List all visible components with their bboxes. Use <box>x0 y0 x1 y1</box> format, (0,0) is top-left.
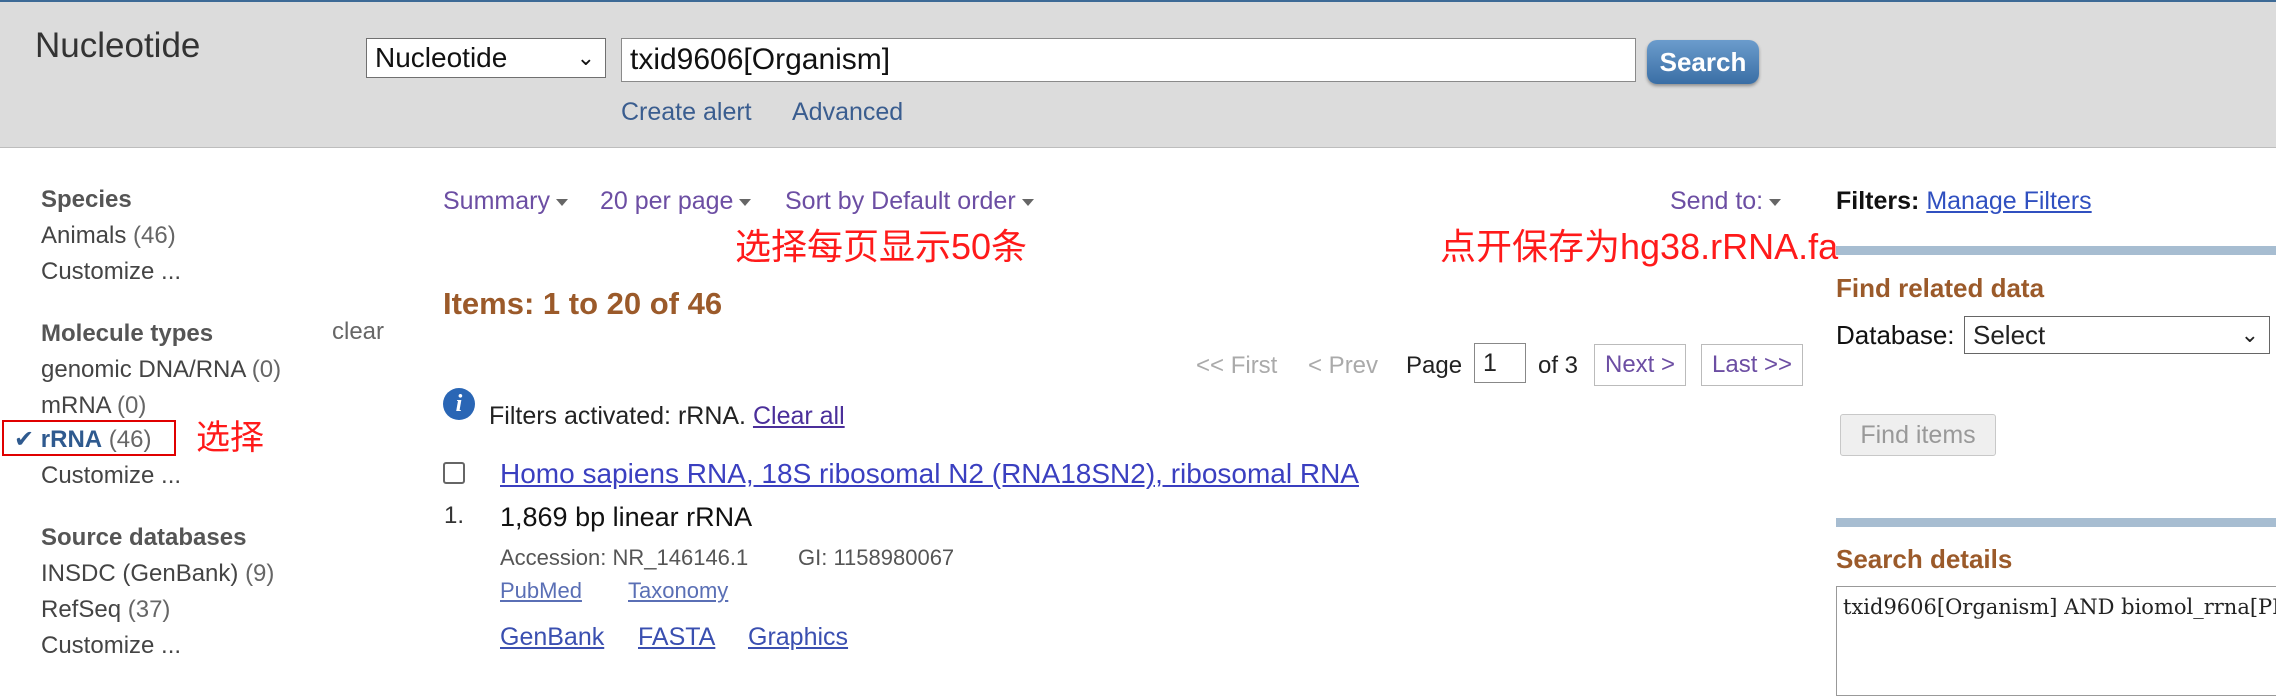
pager-page-label: Page <box>1406 352 1463 379</box>
chevron-down-icon <box>1021 198 1034 206</box>
record-gi: GI: 1158980067 <box>798 545 955 570</box>
annotation-per-page-note: 选择每页显示50条 <box>735 226 1028 267</box>
species-heading: Species <box>41 186 132 213</box>
items-count: Items: 1 to 20 of 46 <box>443 286 723 321</box>
taxonomy-link[interactable]: Taxonomy <box>628 578 728 604</box>
sort-label: Sort by Default order <box>785 187 1016 215</box>
create-alert-link[interactable]: Create alert <box>621 98 752 127</box>
facet-label: genomic DNA/RNA <box>41 356 246 383</box>
related-database-select[interactable]: Select ⌄ <box>1964 316 2270 354</box>
annotation-highlight-box <box>2 420 176 456</box>
per-page-label: 20 per page <box>600 187 734 215</box>
facet-count: (9) <box>245 560 275 587</box>
info-icon: i <box>443 388 475 420</box>
filters-label: Filters: <box>1836 187 1920 215</box>
database-select-value: Nucleotide <box>375 42 508 73</box>
facet-animals[interactable]: Animals (46) <box>41 222 176 250</box>
source-customize-link[interactable]: Customize ... <box>41 632 181 660</box>
molecule-clear-link[interactable]: clear <box>332 318 384 346</box>
search-button[interactable]: Search <box>1647 40 1759 84</box>
facet-label: mRNA <box>41 392 111 419</box>
annotation-select-note: 选择 <box>196 419 264 457</box>
pager-first[interactable]: << First <box>1196 352 1277 380</box>
fasta-link[interactable]: FASTA <box>638 623 715 652</box>
clear-all-link[interactable]: Clear all <box>753 402 845 430</box>
facet-count: (0) <box>251 356 282 383</box>
page-title: Nucleotide <box>35 26 201 65</box>
pager-prev[interactable]: < Prev <box>1308 352 1378 380</box>
filters-activated-label: Filters activated: rRNA. <box>489 402 747 430</box>
chevron-down-icon <box>1769 198 1782 206</box>
chevron-down-icon: ⌄ <box>576 45 595 70</box>
facet-label: INSDC (GenBank) <box>41 560 239 587</box>
chevron-down-icon <box>555 198 568 206</box>
pager-of-total: of 3 <box>1538 352 1579 379</box>
advanced-link[interactable]: Advanced <box>792 98 903 127</box>
chevron-down-icon: ⌄ <box>2240 322 2259 347</box>
record-index: 1. <box>444 502 465 529</box>
find-items-button[interactable]: Find items <box>1840 414 1996 456</box>
summary-label: Summary <box>443 187 550 215</box>
search-details-textarea[interactable]: txid9606[Organism] AND biomol_rrna[PROP] <box>1836 586 2276 696</box>
filters-activated-text: Filters activated: rRNA. Clear all <box>489 402 845 431</box>
database-select[interactable]: Nucleotide ⌄ <box>366 38 606 78</box>
facet-genomic-dna-rna[interactable]: genomic DNA/RNA (0) <box>41 356 281 384</box>
find-related-heading: Find related data <box>1836 273 2045 303</box>
search-input[interactable]: txid9606[Organism] <box>621 38 1636 82</box>
search-details-heading: Search details <box>1836 544 2013 574</box>
facet-refseq[interactable]: RefSeq (37) <box>41 596 170 624</box>
species-customize-link[interactable]: Customize ... <box>41 258 181 286</box>
summary-format-dropdown[interactable]: Summary <box>443 187 568 216</box>
molecule-customize-link[interactable]: Customize ... <box>41 462 181 490</box>
page-number-input[interactable]: 1 <box>1474 343 1526 383</box>
per-page-dropdown[interactable]: 20 per page <box>600 187 752 216</box>
database-label: Database: <box>1836 320 1955 350</box>
pubmed-link[interactable]: PubMed <box>500 578 582 604</box>
chevron-down-icon <box>739 198 752 206</box>
section-divider <box>1836 518 2276 527</box>
facet-label: Animals <box>41 222 127 249</box>
send-to-dropdown[interactable]: Send to: <box>1670 187 1782 216</box>
molecule-types-heading: Molecule types <box>41 320 214 347</box>
record-accession: Accession: NR_146146.1 <box>500 545 749 570</box>
record-description: 1,869 bp linear rRNA <box>500 502 753 532</box>
record-title-link[interactable]: Homo sapiens RNA, 18S ribosomal N2 (RNA1… <box>500 458 1359 490</box>
facet-count: (46) <box>133 222 176 249</box>
related-database-value: Select <box>1973 320 2046 350</box>
filters-header: Filters: Manage Filters <box>1836 187 2092 216</box>
facet-label: RefSeq <box>41 596 122 623</box>
sort-dropdown[interactable]: Sort by Default order <box>785 187 1034 216</box>
send-to-label: Send to: <box>1670 187 1764 215</box>
record-checkbox[interactable] <box>443 462 465 484</box>
genbank-link[interactable]: GenBank <box>500 623 604 652</box>
facet-mrna[interactable]: mRNA (0) <box>41 392 146 420</box>
facet-count: (37) <box>127 596 171 623</box>
manage-filters-link[interactable]: Manage Filters <box>1926 187 2091 215</box>
source-databases-heading: Source databases <box>41 524 247 551</box>
section-divider <box>1836 246 2276 255</box>
graphics-link[interactable]: Graphics <box>748 623 848 652</box>
pager-next-button[interactable]: Next > <box>1594 344 1687 386</box>
facet-insdc[interactable]: INSDC (GenBank) (9) <box>41 560 274 588</box>
pager-last-button[interactable]: Last >> <box>1701 344 1804 386</box>
annotation-send-note: 点开保存为hg38.rRNA.fa <box>1440 226 1839 267</box>
facet-count: (0) <box>117 392 147 419</box>
